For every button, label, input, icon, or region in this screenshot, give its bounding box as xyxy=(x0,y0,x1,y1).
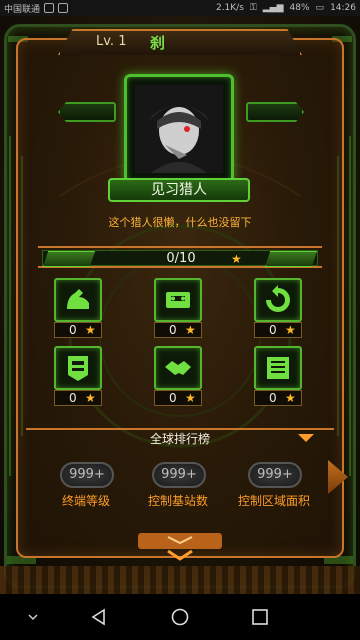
shield-banner-icon xyxy=(54,346,102,390)
notification-icon xyxy=(44,3,55,13)
skill-slot-cycle[interactable]: 0 ★ xyxy=(252,278,306,338)
star-icon: ★ xyxy=(185,323,196,337)
key-icon: ⚿ xyxy=(249,3,257,13)
signal-icon: ▂▄▆ xyxy=(262,3,284,13)
status-left: 中国联通 xyxy=(4,2,69,15)
star-icon: ★ xyxy=(85,391,96,405)
skill-slot-tape[interactable]: 0 ★ xyxy=(152,278,206,338)
star-icon: ★ xyxy=(231,252,242,266)
skill-count: 0 xyxy=(169,323,177,337)
status-right: 2.1K/s ⚿ ▂▄▆ 48% ▭ 14:26 xyxy=(216,3,356,13)
list-icon xyxy=(254,346,302,390)
battery-icon: ▭ xyxy=(315,3,325,13)
rank-label: 终端等级 xyxy=(61,494,110,508)
handshake-icon xyxy=(154,346,202,390)
avatar xyxy=(135,85,223,173)
rank-value: 999+ xyxy=(60,462,114,488)
avatar-frame[interactable] xyxy=(124,74,234,184)
skill-count: 0 xyxy=(69,391,77,405)
player-title-badge: 见习猎人 xyxy=(108,178,250,202)
collapse-chevron-button[interactable] xyxy=(138,533,222,563)
app-icon xyxy=(58,3,69,13)
star-icon: ★ xyxy=(85,323,96,337)
progress-bar: 0/10 ★ xyxy=(42,250,318,267)
cassette-icon xyxy=(154,278,202,322)
muscle-icon xyxy=(54,278,102,322)
skill-count: 0 xyxy=(269,391,277,405)
progress-bar-container: 0/10 ★ xyxy=(38,246,322,268)
star-icon: ★ xyxy=(285,323,296,337)
rank-label: 控制基站数 xyxy=(147,494,208,508)
player-signature: 这个猎人很懒，什么也没留下 xyxy=(108,216,252,229)
skill-slot-cooperate[interactable]: 0 ★ xyxy=(152,346,206,406)
rank-area[interactable]: 999+ 控制区域面积 xyxy=(234,456,314,516)
recents-button[interactable] xyxy=(245,602,275,632)
recycle-icon xyxy=(254,278,302,322)
skill-count: 0 xyxy=(69,323,77,337)
avatar-portrait xyxy=(135,85,223,173)
progress-text: 0/10 xyxy=(166,251,196,266)
skill-slot-strength[interactable]: 0 ★ xyxy=(52,278,106,338)
skill-count: 0 xyxy=(169,391,177,405)
home-button[interactable] xyxy=(165,602,195,632)
battery-level: 48% xyxy=(289,3,310,13)
back-button[interactable] xyxy=(84,602,114,632)
skill-slot-banner[interactable]: 0 ★ xyxy=(52,346,106,406)
clock: 14:26 xyxy=(330,3,356,13)
next-arrow-button[interactable] xyxy=(246,102,304,122)
star-icon: ★ xyxy=(285,391,296,405)
rank-value: 999+ xyxy=(152,462,206,488)
rank-base-stations[interactable]: 999+ 控制基站数 xyxy=(138,456,218,516)
prev-arrow-button[interactable] xyxy=(58,102,116,122)
chevron-down-icon[interactable] xyxy=(18,602,48,632)
carrier-text: 中国联通 xyxy=(4,4,41,15)
rank-value: 999+ xyxy=(248,462,302,488)
network-speed: 2.1K/s xyxy=(215,3,244,13)
dropdown-arrow-icon[interactable] xyxy=(298,434,314,442)
bottom-decoration xyxy=(0,566,360,594)
profile-screen: Lv. 1 刹 见习猎人 这个猎人很懒，什么也没留下 0/10 ★ 0 ★ 0 … xyxy=(0,16,360,594)
header-tab xyxy=(58,29,302,55)
rank-terminal-level[interactable]: 999+ 终端等级 xyxy=(46,456,126,516)
skill-count: 0 xyxy=(269,323,277,337)
player-name: 刹 xyxy=(150,34,166,52)
status-bar: 中国联通 2.1K/s ⚿ ▂▄▆ 48% ▭ 14:26 xyxy=(0,0,360,16)
skill-slot-list[interactable]: 0 ★ xyxy=(252,346,306,406)
navigation-bar xyxy=(0,594,360,640)
star-icon: ★ xyxy=(185,391,196,405)
rank-label: 控制区域面积 xyxy=(237,494,310,508)
player-level: Lv. 1 xyxy=(96,34,127,49)
